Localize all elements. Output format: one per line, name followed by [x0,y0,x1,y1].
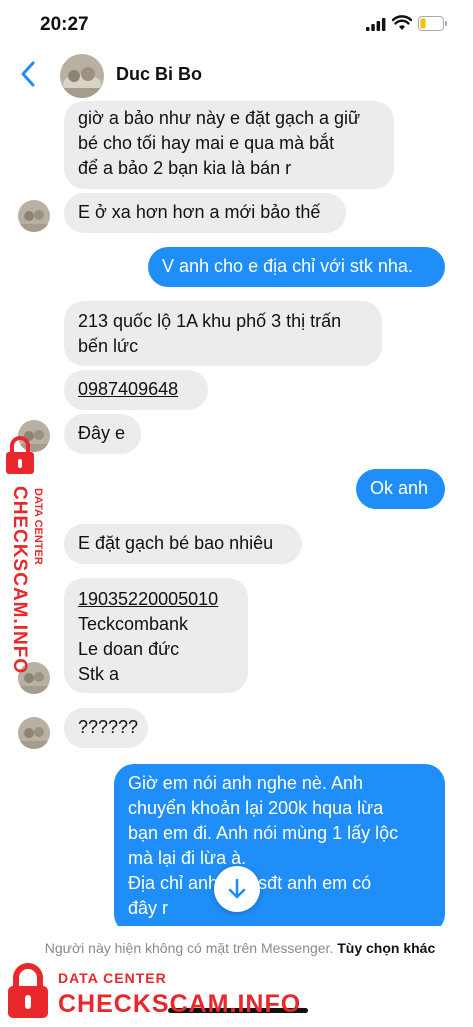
watermark-bottom-subtext: DATA CENTER [58,970,167,986]
message-line: Giờ em nói anh nghe nè. Anh [128,773,363,793]
message-line: Le doan đức [78,639,180,659]
watermark-side: CHECKSCAM.INFO DATA CENTER [0,436,52,675]
message-line: mà lại đi lừa à. [128,848,247,868]
watermark-bottom: DATA CENTER CHECKSCAM.INFO [0,960,473,1024]
incoming-message[interactable]: E ở xa hơn hơn a mới bảo thế [64,193,346,233]
message-text: Ok anh [370,478,429,498]
contact-name[interactable]: Duc Bi Bo [116,64,202,85]
phone-number-link[interactable]: 0987409648 [78,377,194,402]
message-text: ?????? [78,717,139,737]
message-line-part: sđt anh em có [258,873,372,893]
account-number-link[interactable]: 19035220005010 [78,587,234,612]
battery-icon [418,16,448,36]
message-line: để a bảo 2 bạn kia là bán r [78,158,292,178]
incoming-message[interactable]: E đặt gạch bé bao nhiêu [64,524,302,564]
message-text: V anh cho e địa chỉ với stk nha. [162,256,413,276]
message-line: chuyển khoản lại 200k hqua lừa [128,798,384,818]
incoming-message[interactable]: 213 quốc lộ 1A khu phố 3 thị trấn bến lứ… [64,301,382,366]
chat-header: Duc Bi Bo [0,48,473,102]
wifi-icon [391,15,413,36]
status-bar: 20:27 [0,0,473,48]
incoming-message[interactable]: 19035220005010 Teckcombank Le doan đức S… [64,578,248,693]
scroll-to-bottom-button[interactable] [214,866,260,912]
unavailable-notice: Người này hiện không có mặt trên Messeng… [40,938,440,958]
message-line: Stk a [78,664,120,684]
message-line-part: Địa chỉ anh [128,873,219,893]
watermark-side-subtext: DATA CENTER [32,488,44,565]
message-line: bạn em đi. Anh nói mùng 1 lấy lộc [128,823,399,843]
message-line: đây r [128,898,169,918]
lock-icon [4,962,52,1027]
message-text: E ở xa hơn hơn a mới bảo thế [78,202,321,222]
outgoing-message[interactable]: Giờ em nói anh nghe nè. Anh chuyển khoản… [114,764,445,934]
watermark-side-text: CHECKSCAM.INFO [9,486,30,675]
contact-avatar[interactable] [60,54,104,98]
outgoing-message[interactable]: V anh cho e địa chỉ với stk nha. [148,247,445,287]
message-line: bến lức [78,336,139,356]
watermark-bottom-text: CHECKSCAM.INFO [58,990,302,1018]
message-line: Địa chỉ anh sđt anh em có [128,871,431,896]
status-time: 20:27 [40,14,89,35]
incoming-message[interactable]: giờ a bảo như này e đặt gạch a giữ bé ch… [64,101,394,189]
message-line: bé cho tối hay mai e qua mà bắt [78,133,335,153]
message-text: E đặt gạch bé bao nhiêu [78,533,274,553]
incoming-message-phone[interactable]: 0987409648 [64,370,208,410]
notice-text: Người này hiện không có mặt trên Messeng… [44,940,334,956]
signal-icon [366,18,386,36]
incoming-message[interactable]: ?????? [64,708,148,748]
outgoing-message[interactable]: Ok anh [356,469,445,509]
back-chevron-icon[interactable] [20,60,36,93]
sender-avatar [18,200,50,232]
incoming-message[interactable]: Đây e [64,414,141,454]
message-line: 213 quốc lộ 1A khu phố 3 thị trấn [78,311,342,331]
more-options-link[interactable]: Tùy chọn khác [337,940,435,956]
message-line: Teckcombank [78,614,189,634]
message-text: Đây e [78,423,126,443]
lock-icon [4,436,48,481]
message-line: giờ a bảo như này e đặt gạch a giữ [78,108,361,128]
sender-avatar [18,717,50,749]
